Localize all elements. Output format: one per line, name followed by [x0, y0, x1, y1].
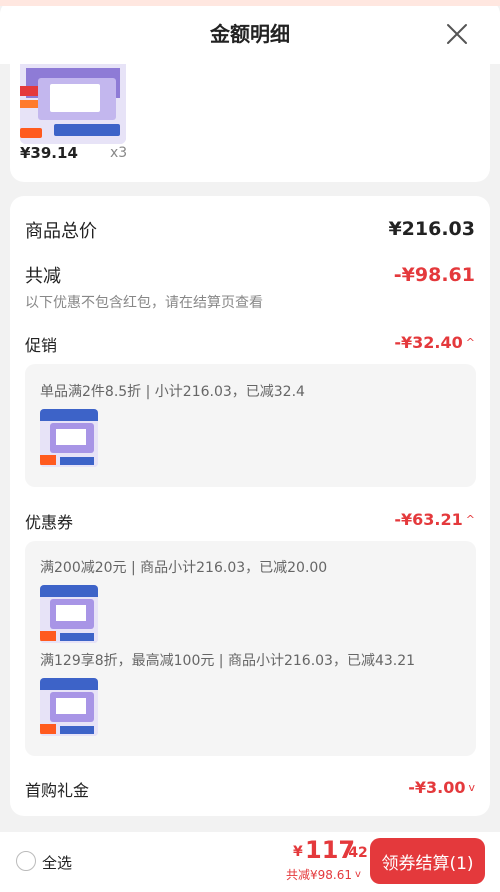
checkout-button[interactable]: 领券结算(1)	[370, 838, 485, 884]
first-purchase-label: 首购礼金	[25, 781, 90, 800]
total-reduction-value: -¥98.61	[393, 264, 475, 286]
product-thumbnail	[40, 678, 98, 736]
total-reduction-label: 共减	[25, 266, 61, 287]
first-purchase-amount: -¥3.00	[408, 778, 466, 797]
promotion-detail-text: 单品满2件8.5折 | 小计216.03，已减32.4	[40, 384, 305, 400]
chevron-down-icon: v	[468, 781, 475, 794]
select-all-label[interactable]: 全选	[42, 852, 72, 873]
promotion-amount: -¥32.40	[394, 333, 463, 352]
product-quantity: x3	[110, 145, 128, 161]
currency-symbol: ¥	[293, 844, 303, 860]
product-thumbnail[interactable]	[20, 64, 126, 144]
reduction-summary[interactable]: 共减¥98.61 v	[286, 866, 361, 883]
goods-total-label: 商品总价	[25, 221, 97, 242]
coupon-item-text: 满200减20元 | 商品小计216.03，已减20.00	[40, 560, 328, 576]
coupon-toggle[interactable]: -¥63.21 ^	[394, 510, 475, 529]
reduction-text: 共减¥98.61	[286, 868, 352, 882]
promotion-label: 促销	[25, 336, 58, 355]
coupon-amount: -¥63.21	[394, 510, 463, 529]
discount-note: 以下优惠不包含红包，请在结算页查看	[25, 295, 263, 311]
total-price-decimal: .42	[343, 845, 368, 861]
product-thumbnail	[40, 409, 98, 467]
radio-unchecked-icon[interactable]	[16, 851, 36, 871]
coupon-label: 优惠券	[25, 513, 74, 532]
product-price: ¥39.14	[20, 144, 78, 162]
chevron-up-icon: ^	[465, 513, 475, 526]
first-purchase-toggle[interactable]: -¥3.00 v	[408, 778, 475, 797]
chevron-up-icon: ^	[465, 336, 475, 349]
coupon-item-text: 满129享8折，最高减100元 | 商品小计216.03，已减43.21	[40, 653, 416, 669]
product-thumbnail	[40, 585, 98, 643]
close-icon[interactable]	[443, 20, 471, 48]
chevron-down-icon: v	[355, 869, 361, 880]
header-peek-strip	[0, 0, 500, 6]
sheet-title: 金额明细	[210, 22, 290, 46]
goods-total-value: ¥216.03	[388, 218, 475, 240]
promotion-toggle[interactable]: -¥32.40 ^	[394, 333, 475, 352]
